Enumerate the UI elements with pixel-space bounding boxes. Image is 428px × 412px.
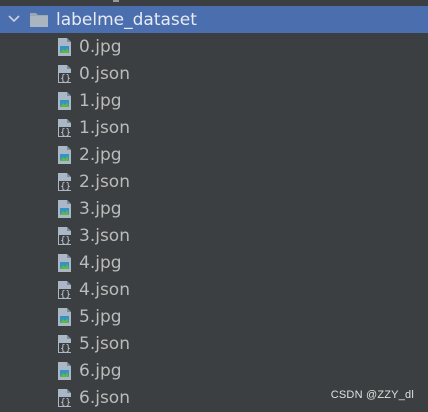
file-row[interactable]: {} 5.json — [0, 330, 428, 357]
file-name: 6.json — [79, 388, 130, 408]
watermark-text: CSDN @ZZY_dl — [330, 389, 414, 401]
svg-text:{}: {} — [60, 290, 71, 300]
svg-text:{}: {} — [60, 182, 71, 192]
project-tree-panel: labelme_dataset 0.jpg {} 0.json 1.jpg {} 1.js… — [0, 0, 428, 412]
file-name: 2.json — [79, 172, 130, 192]
image-file-icon — [58, 38, 71, 56]
file-row[interactable]: {} 1.json — [0, 114, 428, 141]
file-name: 1.jpg — [79, 91, 122, 111]
file-row[interactable]: {} 2.json — [0, 168, 428, 195]
json-file-icon: {} — [58, 227, 72, 246]
file-row[interactable]: 2.jpg — [0, 141, 428, 168]
file-name: 3.jpg — [79, 199, 122, 219]
file-name: 2.jpg — [79, 145, 122, 165]
json-file-icon: {} — [58, 389, 72, 408]
previous-row-edge — [113, 0, 119, 2]
file-name: 5.json — [79, 334, 130, 354]
svg-text:{}: {} — [60, 74, 71, 84]
folder-name: labelme_dataset — [56, 10, 197, 30]
svg-text:{}: {} — [60, 128, 71, 138]
image-file-icon — [58, 308, 71, 326]
image-file-icon — [58, 146, 71, 164]
file-row[interactable]: 5.jpg — [0, 303, 428, 330]
file-name: 0.json — [79, 64, 130, 84]
file-name: 4.jpg — [79, 253, 122, 273]
file-name: 5.jpg — [79, 307, 122, 327]
json-file-icon: {} — [58, 281, 72, 300]
file-name: 6.jpg — [79, 361, 122, 381]
json-file-icon: {} — [58, 335, 72, 354]
file-row[interactable]: 0.jpg — [0, 33, 428, 60]
chevron-down-icon[interactable] — [6, 12, 22, 26]
svg-text:{}: {} — [60, 344, 71, 354]
file-name: 1.json — [79, 118, 130, 138]
svg-text:{}: {} — [60, 398, 71, 408]
json-file-icon: {} — [58, 173, 72, 192]
json-file-icon: {} — [58, 65, 72, 84]
image-file-icon — [58, 254, 71, 272]
json-file-icon: {} — [58, 119, 72, 138]
file-name: 4.json — [79, 280, 130, 300]
svg-text:{}: {} — [60, 236, 71, 246]
image-file-icon — [58, 92, 71, 110]
file-row[interactable]: {} 3.json — [0, 222, 428, 249]
file-list: 0.jpg {} 0.json 1.jpg {} 1.json 2.jpg {} 2.json 3… — [0, 33, 428, 411]
image-file-icon — [58, 362, 71, 380]
image-file-icon — [58, 200, 71, 218]
file-row[interactable]: {} 4.json — [0, 276, 428, 303]
file-row[interactable]: 4.jpg — [0, 249, 428, 276]
folder-row-labelme-dataset[interactable]: labelme_dataset — [0, 6, 428, 33]
folder-icon — [30, 13, 48, 27]
file-row[interactable]: 1.jpg — [0, 87, 428, 114]
file-row[interactable]: 3.jpg — [0, 195, 428, 222]
file-row[interactable]: 6.jpg — [0, 357, 428, 384]
file-name: 0.jpg — [79, 37, 122, 57]
file-name: 3.json — [79, 226, 130, 246]
file-row[interactable]: {} 0.json — [0, 60, 428, 87]
